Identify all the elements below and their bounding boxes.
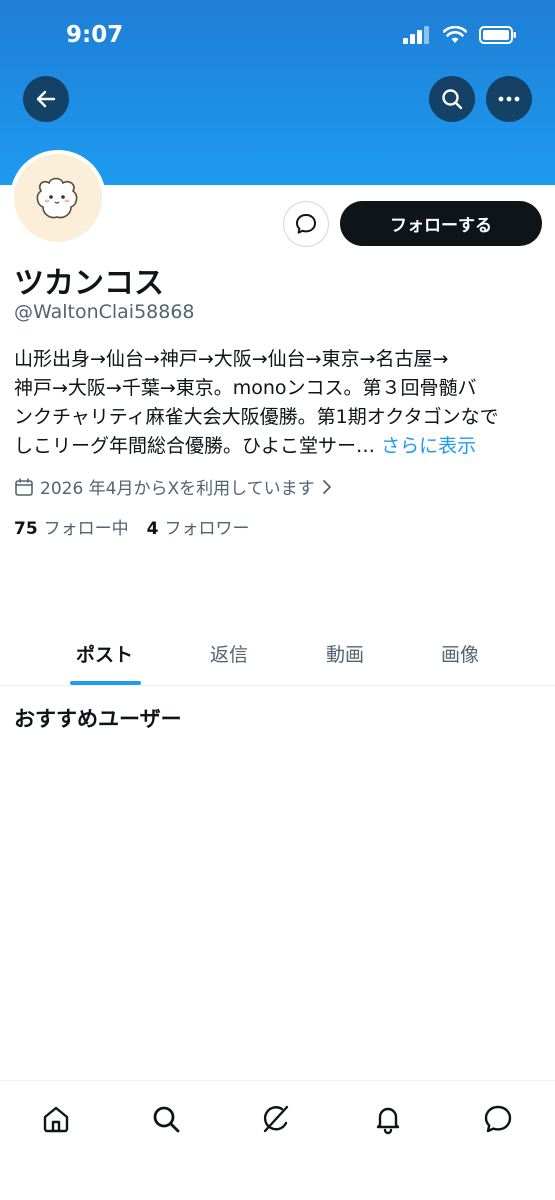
follow-button[interactable]: フォローする — [340, 201, 542, 246]
search-button[interactable] — [429, 76, 475, 122]
followers-link[interactable]: 4 フォロワー — [147, 514, 250, 539]
status-icons — [403, 26, 517, 44]
user-handle: @WaltonClai58868 — [14, 301, 195, 323]
followers-count: 4 — [146, 519, 159, 539]
show-more-link[interactable]: さらに表示 — [381, 435, 476, 457]
search-icon — [153, 1106, 180, 1133]
status-bar: 9:07 — [0, 0, 555, 70]
back-button[interactable] — [23, 76, 69, 122]
chevron-right-icon — [322, 479, 331, 494]
message-icon — [296, 214, 316, 234]
tab-images[interactable]: 画像 — [441, 640, 479, 667]
more-button[interactable] — [486, 76, 532, 122]
profile-avatar[interactable] — [10, 150, 106, 246]
follow-stats: 75 フォロー中 4 フォロワー — [14, 514, 250, 539]
tab-videos[interactable]: 動画 — [326, 640, 364, 667]
recommended-users-title: おすすめユーザー — [14, 707, 182, 731]
bio-line: 神戸→大阪→千葉→東京。monoンコス。第３回骨髄バ — [14, 377, 477, 399]
profile-bio: 山形出身→仙台→神戸→大阪→仙台→東京→名古屋→ 神戸→大阪→千葉→東京。mon… — [14, 345, 544, 461]
battery-icon — [479, 26, 516, 44]
nav-notifications[interactable] — [368, 1099, 408, 1139]
profile-tabs: ポスト 返信 動画 画像 — [0, 620, 555, 686]
following-link[interactable]: 75 フォロー中 — [14, 514, 129, 539]
following-count: 75 — [14, 519, 38, 539]
message-icon — [484, 1105, 512, 1133]
message-button[interactable] — [283, 201, 329, 247]
avatar-image — [14, 154, 102, 242]
join-date[interactable]: 2026 年4月からXを利用しています — [14, 474, 333, 499]
bio-line-last: しこリーグ年間総合優勝。ひよこ堂サー… さらに表示 — [14, 432, 544, 461]
display-name: ツカンコス — [14, 266, 164, 301]
tab-posts[interactable]: ポスト — [76, 640, 133, 667]
wifi-icon — [443, 26, 467, 43]
bio-line: しこリーグ年間総合優勝。ひよこ堂サー… — [14, 435, 376, 457]
join-date-text: 2026 年4月からXを利用しています — [40, 479, 315, 499]
bio-line: ンクチャリティ麻雀大会大阪優勝。第1期オクタゴンなで — [14, 406, 499, 428]
status-time: 9:07 — [66, 22, 124, 48]
more-icon — [498, 96, 520, 102]
nav-home[interactable] — [36, 1099, 76, 1139]
nav-messages[interactable] — [478, 1099, 518, 1139]
grok-icon — [263, 1105, 289, 1133]
signal-icon — [403, 26, 429, 44]
search-icon — [442, 89, 463, 110]
nav-explore[interactable] — [146, 1099, 186, 1139]
active-tab-indicator — [70, 681, 141, 685]
bio-line: 山形出身→仙台→神戸→大阪→仙台→東京→名古屋→ — [14, 348, 449, 370]
tab-replies[interactable]: 返信 — [210, 640, 248, 667]
back-arrow-icon — [36, 90, 56, 108]
avatar-character-image — [36, 177, 78, 219]
bottom-navigation — [0, 1080, 555, 1200]
following-label: フォロー中 — [43, 519, 129, 539]
followers-label: フォロワー — [164, 519, 250, 539]
calendar-icon — [15, 477, 33, 496]
bell-icon — [376, 1107, 400, 1135]
home-icon — [43, 1106, 69, 1133]
nav-grok[interactable] — [256, 1099, 296, 1139]
